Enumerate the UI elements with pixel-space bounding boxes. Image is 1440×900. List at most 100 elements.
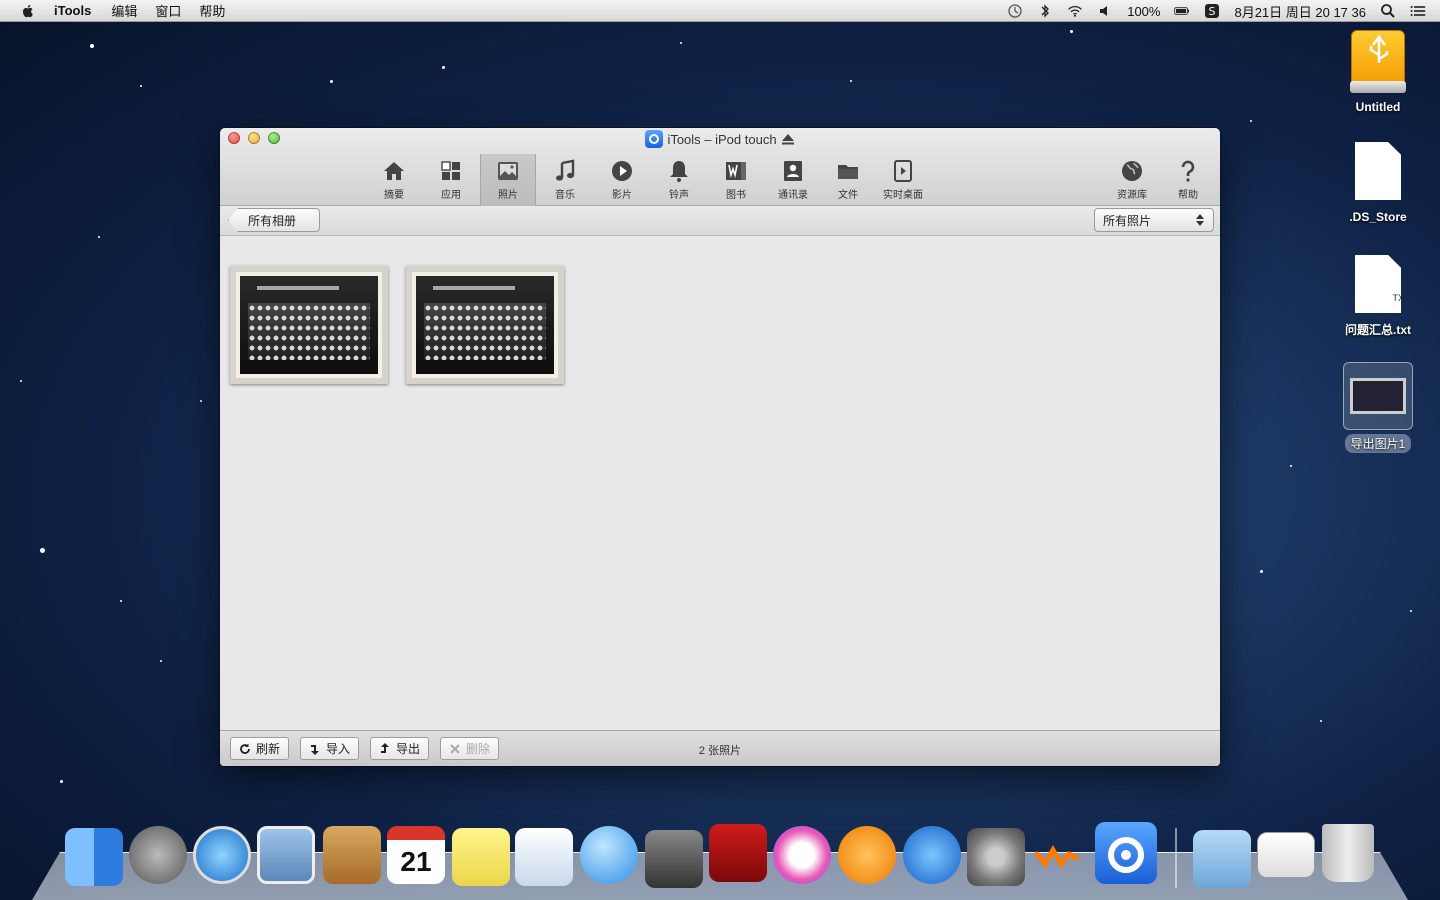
sync-app-icon[interactable]: S xyxy=(1204,3,1220,19)
play-icon xyxy=(612,161,632,181)
messages-icon[interactable] xyxy=(580,826,638,884)
contacts-icon[interactable] xyxy=(323,826,381,884)
tab-photos[interactable]: 照片 xyxy=(480,154,536,206)
dock-separator xyxy=(1175,828,1177,888)
trash-icon[interactable] xyxy=(1322,824,1374,882)
itools-icon[interactable] xyxy=(1095,822,1157,884)
desktop-item-export-image[interactable]: 导出图片1 xyxy=(1333,362,1423,453)
txt-document-icon: TXT xyxy=(1355,255,1401,313)
tab-label: 照片 xyxy=(498,190,518,201)
all-albums-back-button[interactable]: 所有相册 xyxy=(228,208,320,232)
photo-filter-value: 所有照片 xyxy=(1103,213,1152,228)
appstore-icon[interactable] xyxy=(903,826,961,884)
contacts-icon xyxy=(784,161,802,181)
system-preferences-icon[interactable] xyxy=(967,828,1025,886)
itunes-icon[interactable] xyxy=(773,826,831,884)
time-machine-icon[interactable] xyxy=(1007,3,1023,19)
home-icon xyxy=(384,162,404,180)
tab-label: 资源库 xyxy=(1117,190,1147,201)
bluetooth-icon[interactable] xyxy=(1037,3,1053,19)
tab-apps[interactable]: 应用 xyxy=(423,154,479,206)
desktop-item-label: 问题汇总.txt xyxy=(1344,323,1411,337)
finder-icon[interactable] xyxy=(65,828,123,886)
bottom-bar: 刷新 导入 导出 删除 2 张照片 xyxy=(220,730,1220,766)
photo-count: 2 张照片 xyxy=(698,745,742,757)
desktop-item-ds-store[interactable]: .DS_Store xyxy=(1333,142,1423,224)
stickies-icon[interactable] xyxy=(452,828,510,886)
tab-ringtones[interactable]: 铃声 xyxy=(651,154,707,206)
tab-files[interactable]: 文件 xyxy=(820,154,876,206)
menu-window[interactable]: 窗口 xyxy=(155,1,181,20)
photobooth-icon[interactable] xyxy=(709,824,767,882)
tab-library[interactable]: 资源库 xyxy=(1104,154,1160,206)
safari-icon[interactable] xyxy=(193,826,251,884)
document-icon xyxy=(1355,142,1401,200)
tab-label: 影片 xyxy=(612,190,632,201)
wifi-icon[interactable] xyxy=(1067,3,1083,19)
tab-help[interactable]: 帮助 xyxy=(1160,154,1216,206)
folder-icon xyxy=(838,165,858,179)
music-icon xyxy=(556,159,575,181)
itools-window: iTools – iPod touch 摘要 应用 照片 音乐 影片 铃声 图书… xyxy=(220,128,1220,766)
menu-app-name[interactable]: iTools xyxy=(54,3,91,18)
calendar-icon[interactable]: 21 xyxy=(387,826,445,884)
photo-thumbnail-2[interactable] xyxy=(406,266,564,384)
volume-icon[interactable] xyxy=(1097,3,1113,19)
help-icon xyxy=(1181,160,1195,182)
calendar-day: 21 xyxy=(400,846,432,877)
tab-label: 摘要 xyxy=(384,190,404,201)
updown-arrows-icon xyxy=(1196,214,1204,226)
browser-window-icon[interactable] xyxy=(1257,832,1315,878)
menu-bar: iTools 编辑 窗口 帮助 100% S 8月21日 周日 20 17 36 xyxy=(0,0,1440,22)
spotlight-search-icon[interactable] xyxy=(1380,3,1396,19)
tab-movies[interactable]: 影片 xyxy=(594,154,650,206)
apps-icon xyxy=(441,161,460,180)
live-desktop-icon xyxy=(894,160,912,182)
screenshot-icon xyxy=(1343,362,1413,430)
window-title: iTools – iPod touch xyxy=(220,130,1220,148)
photo-filter-select[interactable]: 所有照片 xyxy=(1094,208,1214,232)
desktop-item-txt[interactable]: TXT 问题汇总.txt xyxy=(1333,255,1423,338)
menu-edit[interactable]: 编辑 xyxy=(111,1,137,20)
usb-drive-icon xyxy=(1350,30,1406,93)
menu-help[interactable]: 帮助 xyxy=(199,1,225,20)
tab-summary[interactable]: 摘要 xyxy=(366,154,422,206)
notification-center-icon[interactable] xyxy=(1410,3,1426,19)
navigation-bar: 所有相册 所有照片 xyxy=(220,206,1220,236)
tab-live-desktop[interactable]: 实时桌面 xyxy=(875,154,931,206)
tab-music[interactable]: 音乐 xyxy=(537,154,593,206)
tab-label: 帮助 xyxy=(1178,190,1198,201)
photo-thumbnail-1[interactable] xyxy=(230,266,388,384)
photo-image xyxy=(236,272,382,378)
tab-label: 音乐 xyxy=(555,190,575,201)
battery-icon[interactable] xyxy=(1174,3,1190,19)
launchpad-icon[interactable] xyxy=(129,826,187,884)
downloads-folder-icon[interactable] xyxy=(1193,830,1251,888)
facetime-icon[interactable] xyxy=(645,830,703,888)
ibooks-icon[interactable] xyxy=(838,826,896,884)
photo-image xyxy=(412,272,558,378)
file-type-tag: TXT xyxy=(1392,293,1410,303)
book-icon xyxy=(726,162,746,180)
wangwang-icon[interactable] xyxy=(1031,834,1089,874)
preview-icon[interactable] xyxy=(515,828,573,886)
tab-label: 文件 xyxy=(838,190,858,201)
apple-icon[interactable] xyxy=(20,3,36,19)
tab-label: 应用 xyxy=(441,190,461,201)
desktop-item-label: .DS_Store xyxy=(1349,210,1407,224)
mail-icon[interactable] xyxy=(257,826,315,884)
window-titlebar[interactable]: iTools – iPod touch 摘要 应用 照片 音乐 影片 铃声 图书… xyxy=(220,128,1220,206)
photo-grid xyxy=(220,236,1220,730)
desktop-item-label: 导出图片1 xyxy=(1344,434,1412,453)
tab-contacts[interactable]: 通讯录 xyxy=(765,154,821,206)
desktop-item-untitled[interactable]: Untitled xyxy=(1333,30,1423,114)
desktop-item-label: Untitled xyxy=(1355,100,1401,114)
dock: 21 xyxy=(0,820,1440,890)
photo-icon xyxy=(498,162,518,180)
tab-label: 图书 xyxy=(726,190,746,201)
tab-label: 通讯录 xyxy=(778,190,808,201)
clock-datetime[interactable]: 8月21日 周日 20 17 36 xyxy=(1234,2,1366,21)
tab-books[interactable]: 图书 xyxy=(708,154,764,206)
eject-icon[interactable] xyxy=(781,133,795,145)
battery-percent[interactable]: 100% xyxy=(1127,4,1160,19)
